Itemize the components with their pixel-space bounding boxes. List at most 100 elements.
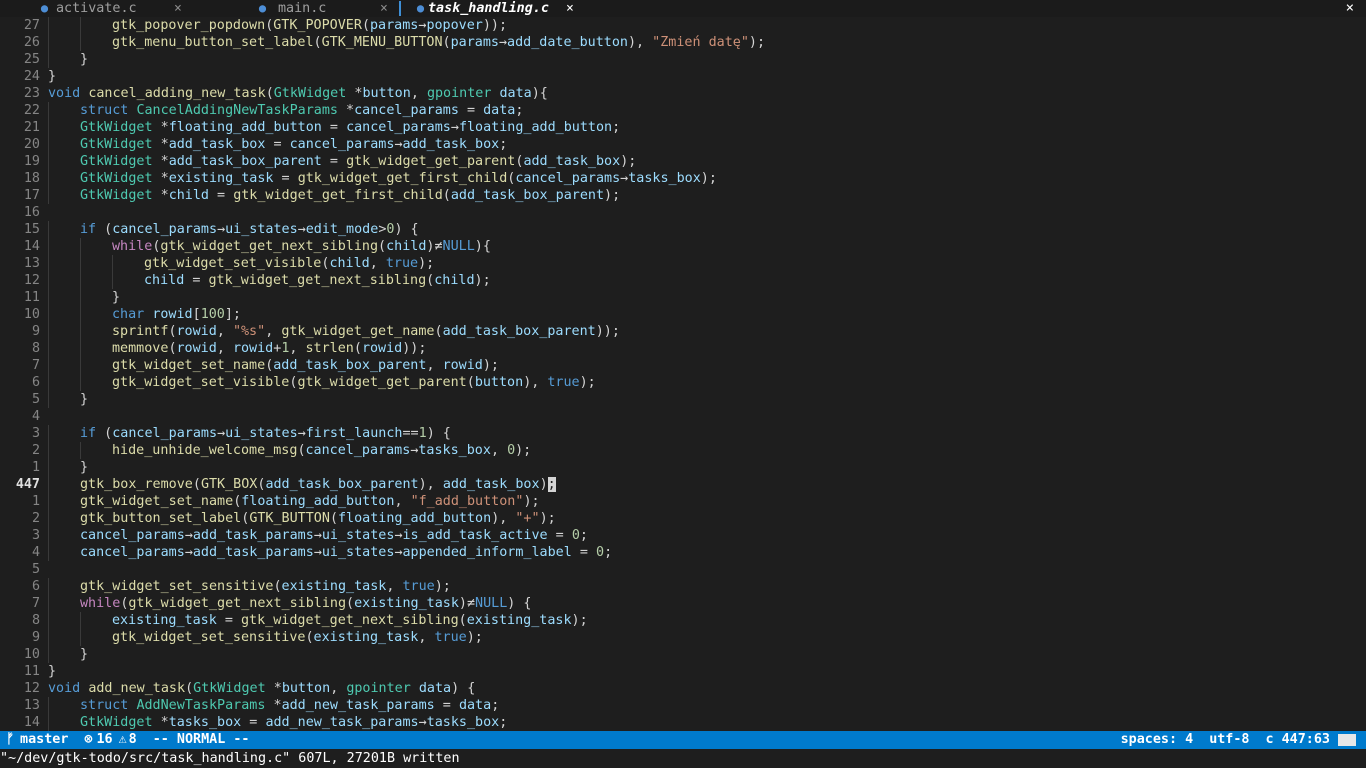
code-line[interactable]: 24} xyxy=(0,68,1366,85)
code-token: 1 xyxy=(418,426,427,441)
line-number: 6 xyxy=(31,579,40,594)
code-token: rowid xyxy=(176,324,217,339)
code-token: rowid xyxy=(176,341,217,356)
indent-guide xyxy=(48,476,80,493)
indent-guide xyxy=(48,442,80,459)
code-token: cancel_params xyxy=(80,545,185,560)
code-editor[interactable]: 27 gtk_popover_popdown(GTK_POPOVER(params… xyxy=(0,17,1366,731)
code-token: ); xyxy=(579,375,596,390)
code-line[interactable]: 6 gtk_widget_set_visible (gtk_widget_get_p… xyxy=(0,374,1366,391)
code-token: GtkWidget xyxy=(80,137,153,152)
code-token: cancel_params xyxy=(112,222,218,237)
code-line[interactable]: 10 char rowid[100]; xyxy=(0,306,1366,323)
code-token: struct xyxy=(80,103,129,118)
code-line[interactable]: 3 if (cancel_params→ui_states→first_launc… xyxy=(0,425,1366,442)
code-line[interactable]: 3 cancel_params→add_task_params→ui_states… xyxy=(0,527,1366,544)
code-token: void xyxy=(48,86,81,101)
code-token: add_new_task_params xyxy=(281,698,435,713)
code-token: gtk_widget_get_next_sibling xyxy=(160,239,379,254)
code-line[interactable]: 2 gtk_button_set_label(GTK_BUTTON(floatin… xyxy=(0,510,1366,527)
code-token: gtk_widget_get_next_sibling xyxy=(241,613,459,628)
code-line[interactable]: 17 GtkWidget *child = gtk_widget_get_firs… xyxy=(0,187,1366,204)
code-line[interactable]: 7 while(gtk_widget_get_next_sibling(exist… xyxy=(0,595,1366,612)
code-line[interactable]: 1 gtk_widget_set_name(floating_add_button… xyxy=(0,493,1366,510)
code-token: gpointer xyxy=(346,681,411,696)
code-line[interactable]: 2 hide_unhide_welcome_msg(cancel_params→t… xyxy=(0,442,1366,459)
code-token: GtkWidget xyxy=(193,681,266,696)
git-branch[interactable]: ᚠ master xyxy=(6,731,68,749)
code-line[interactable]: 6 gtk_widget_set_sensitive(existing_task,… xyxy=(0,578,1366,595)
code-line[interactable]: 9 sprintf(rowid, "%s", gtk_widget_get_nam… xyxy=(0,323,1366,340)
code-line[interactable]: 4 xyxy=(0,408,1366,425)
code-line[interactable]: 19 GtkWidget *add_task_box_parent = gtk_w… xyxy=(0,153,1366,170)
file-encoding[interactable]: utf-8 xyxy=(1209,731,1249,749)
code-line[interactable]: 12 void add_new_task(GtkWidget *button, g… xyxy=(0,680,1366,697)
close-all-icon[interactable]: × xyxy=(1346,0,1354,17)
code-token: ), xyxy=(491,511,516,526)
code-line[interactable]: 11} xyxy=(0,289,1366,306)
code-line[interactable]: 16 xyxy=(0,204,1366,221)
code-line[interactable]: 13 gtk_widget_set_visible(child, true); xyxy=(0,255,1366,272)
code-line[interactable]: 14 GtkWidget *tasks_box = add_new_task_pa… xyxy=(0,714,1366,731)
code-token: gtk_menu_button_set_label xyxy=(112,35,314,50)
tab-bar: ● activate.c × ● main.c × ● task_handlin… xyxy=(0,0,1366,17)
c-file-icon: ● xyxy=(40,1,49,15)
code-line[interactable]: 15 if (cancel_params→ui_states→edit_mode>… xyxy=(0,221,1366,238)
code-line[interactable]: 1} xyxy=(0,459,1366,476)
code-line[interactable]: 4 cancel_params→add_task_params→ui_states… xyxy=(0,544,1366,561)
line-number: 17 xyxy=(23,188,40,203)
tab-close-icon[interactable]: × xyxy=(566,0,574,17)
code-line[interactable]: 9 gtk_widget_set_sensitive(existing_task,… xyxy=(0,629,1366,646)
tab-close-icon[interactable]: × xyxy=(380,0,388,17)
code-line[interactable]: 14 while(gtk_widget_get_next_sibling(chil… xyxy=(0,238,1366,255)
current-code-line[interactable]: 447 gtk_box_remove(GTK_BOX(add_task_box_p… xyxy=(0,476,1366,493)
code-line[interactable]: 5} xyxy=(0,391,1366,408)
code-text: struct AddNewTaskParams *add_new_task_pa… xyxy=(40,697,499,714)
code-line[interactable]: 8 existing_task = gtk_widget_get_next_sib… xyxy=(0,612,1366,629)
code-token: child xyxy=(144,273,185,288)
line-number: 6 xyxy=(31,375,40,390)
code-line[interactable]: 22 struct CancelAddingNewTaskParams *canc… xyxy=(0,102,1366,119)
code-token: ) { xyxy=(426,426,451,441)
code-line[interactable]: 11} xyxy=(0,663,1366,680)
tab-task-handling-c[interactable]: ● task_handling.c × xyxy=(400,0,600,17)
code-line[interactable]: 23 void cancel_adding_new_task(GtkWidget … xyxy=(0,85,1366,102)
code-line[interactable]: 27 gtk_popover_popdown(GTK_POPOVER(params… xyxy=(0,17,1366,34)
code-line[interactable]: 13 struct AddNewTaskParams *add_new_task_… xyxy=(0,697,1366,714)
line-number: 4 xyxy=(31,545,40,560)
code-token: button xyxy=(281,681,331,696)
diagnostics-errors[interactable]: ⊗ 16 xyxy=(84,731,112,749)
indent-guide xyxy=(48,544,80,561)
code-line[interactable]: 12 child = gtk_widget_get_next_sibling(ch… xyxy=(0,272,1366,289)
branch-name: master xyxy=(20,732,69,747)
code-line[interactable]: 20 GtkWidget *add_task_box = cancel_param… xyxy=(0,136,1366,153)
code-line[interactable]: 25} xyxy=(0,51,1366,68)
diagnostics-warnings[interactable]: ⚠ 8 xyxy=(119,731,137,749)
tab-activate-c[interactable]: ● activate.c × xyxy=(0,0,220,17)
code-token: while xyxy=(80,596,121,611)
indent-guide xyxy=(48,153,80,170)
code-token: → xyxy=(498,35,508,50)
code-token: button xyxy=(474,375,524,390)
code-line[interactable]: 26 gtk_menu_button_set_label(GTK_MENU_BUT… xyxy=(0,34,1366,51)
line-number: 4 xyxy=(31,409,40,424)
code-token: cancel_params xyxy=(354,103,459,118)
line-number: 11 xyxy=(23,290,40,305)
code-token: NULL xyxy=(442,239,475,254)
code-token: floating_add_button xyxy=(168,120,322,135)
tab-close-icon[interactable]: × xyxy=(174,0,182,17)
tab-main-c[interactable]: ● main.c × xyxy=(220,0,400,17)
code-line[interactable]: 18 GtkWidget *existing_task = gtk_widget_… xyxy=(0,170,1366,187)
code-text: hide_unhide_welcome_msg(cancel_params→ta… xyxy=(40,442,531,459)
line-number: 13 xyxy=(23,256,40,271)
code-line[interactable]: 5 xyxy=(0,561,1366,578)
indent-setting[interactable]: spaces: 4 xyxy=(1121,731,1194,749)
code-token: , xyxy=(426,358,443,373)
code-token: cancel_params xyxy=(80,528,185,543)
code-line[interactable]: 10} xyxy=(0,646,1366,663)
code-line[interactable]: 8 memmove(rowid, rowid+1, strlen(rowid)); xyxy=(0,340,1366,357)
code-token: GtkWidget xyxy=(80,188,153,203)
code-token: if xyxy=(80,222,97,237)
code-line[interactable]: 21 GtkWidget *floating_add_button = cance… xyxy=(0,119,1366,136)
code-line[interactable]: 7 gtk_widget_set_name(add_task_box_parent… xyxy=(0,357,1366,374)
